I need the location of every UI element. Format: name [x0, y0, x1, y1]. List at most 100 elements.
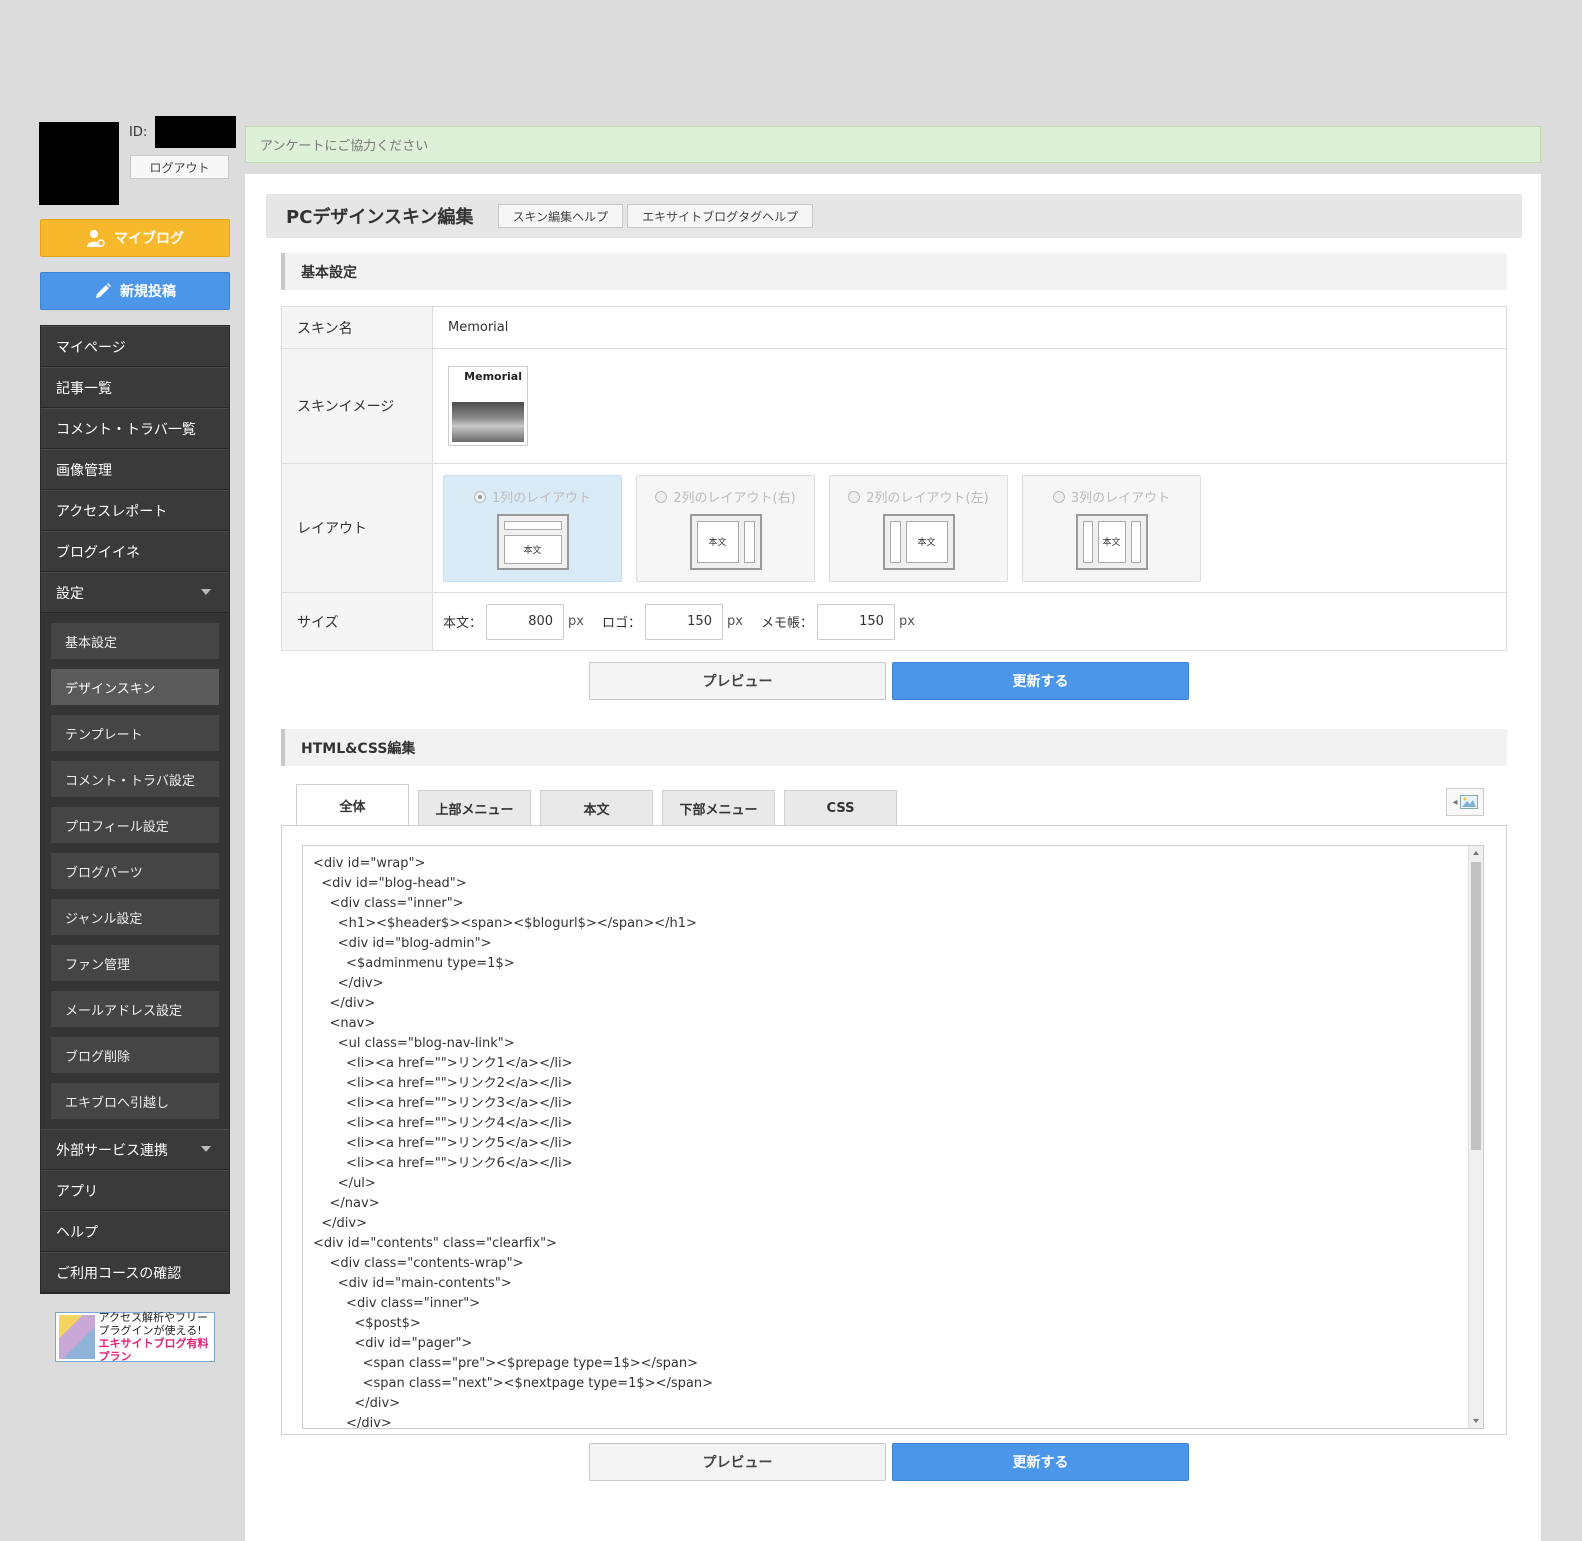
radio-button[interactable]: [473, 490, 486, 503]
submenu-item-fans[interactable]: ファン管理: [51, 945, 219, 981]
tab-css[interactable]: CSS: [784, 790, 897, 826]
sidebar-item-plan[interactable]: ご利用コースの確認: [41, 1252, 229, 1293]
layout-option-3col[interactable]: 3列のレイアウト 本文: [1022, 474, 1201, 582]
layout-option-2col-left[interactable]: 2列のレイアウト(左) 本文: [829, 474, 1008, 582]
banner-line: アクセス解析やフリー: [98, 1311, 208, 1324]
scrollbar-thumb[interactable]: [1471, 862, 1481, 1150]
skin-name-value: Memorial: [448, 320, 509, 335]
user-id-value: [155, 116, 236, 148]
table-row: スキン名 Memorial: [282, 307, 1506, 349]
sidebar-item-label: ご利用コースの確認: [56, 1265, 182, 1282]
tab-top-menu[interactable]: 上部メニュー: [418, 790, 531, 826]
unit-label: px: [898, 614, 915, 629]
scrollbar[interactable]: [1468, 846, 1483, 1428]
update-button[interactable]: 更新する: [892, 662, 1189, 700]
submenu-item-move[interactable]: エキブロへ引越し: [51, 1083, 219, 1119]
tab-all[interactable]: 全体: [296, 784, 409, 826]
sidebar-item-label: アプリ: [56, 1183, 98, 1200]
action-buttons-bottom: プレビュー 更新する: [589, 1443, 1189, 1481]
skin-thumbnail-photo: [452, 402, 524, 442]
layout-option-1col[interactable]: 1列のレイアウト 本文: [443, 474, 622, 582]
sidebar-item-label: マイページ: [56, 339, 126, 356]
user-icon: [87, 230, 105, 247]
banner-image: [59, 1315, 95, 1359]
radio-button[interactable]: [655, 490, 668, 503]
layout-body-label: 本文: [503, 534, 562, 564]
layout-option-label: 2列のレイアウト(右): [673, 490, 796, 506]
sidebar-item-comments[interactable]: コメント・トラバ一覧: [41, 408, 229, 449]
memo-width-input[interactable]: 150: [816, 603, 895, 640]
layout-label: レイアウト: [282, 464, 433, 592]
body-width-input[interactable]: 800: [486, 603, 565, 640]
scroll-up-icon[interactable]: [1473, 851, 1479, 855]
logout-button[interactable]: ログアウト: [130, 155, 229, 179]
code-editor[interactable]: <div id="wrap"> <div id="blog-head"> <di…: [302, 845, 1484, 1429]
sidebar-item-label: コメント・トラバ一覧: [56, 421, 196, 438]
unit-label: px: [726, 614, 743, 629]
body-width-label: 本文：: [443, 616, 483, 631]
chevron-down-icon: [201, 589, 211, 595]
logo-width-input[interactable]: 150: [644, 603, 723, 640]
table-row: サイズ 本文： 800 px ロゴ： 150 px メモ帳： 150 px: [282, 593, 1506, 650]
sidebar-item-posts[interactable]: 記事一覧: [41, 367, 229, 408]
tab-body[interactable]: 本文: [540, 790, 653, 826]
scroll-down-icon[interactable]: [1473, 1419, 1479, 1423]
my-blog-label: マイブログ: [114, 231, 184, 247]
avatar[interactable]: [39, 122, 119, 205]
radio-button[interactable]: [848, 490, 861, 503]
sidebar-item-access-report[interactable]: アクセスレポート: [41, 490, 229, 531]
sidebar-item-external-services[interactable]: 外部サービス連携: [41, 1129, 229, 1170]
preview-button[interactable]: プレビュー: [589, 1443, 886, 1481]
submenu-item-delete-blog[interactable]: ブログ削除: [51, 1037, 219, 1073]
sidebar-item-label: ブログイイネ: [56, 544, 140, 561]
my-blog-button[interactable]: マイブログ: [40, 219, 230, 257]
action-buttons-top: プレビュー 更新する: [589, 662, 1189, 700]
survey-notice[interactable]: アンケートにご協力ください: [245, 126, 1541, 163]
sidebar-item-help[interactable]: ヘルプ: [41, 1211, 229, 1252]
pencil-icon: [96, 283, 111, 298]
paid-plan-banner[interactable]: アクセス解析やフリー プラグインが使える! エキサイトブログ有料プラン: [55, 1311, 215, 1363]
image-panel-toggle[interactable]: ◂: [1446, 788, 1484, 816]
update-button[interactable]: 更新する: [892, 1443, 1189, 1481]
layout-option-2col-right[interactable]: 2列のレイアウト(右) 本文: [636, 474, 815, 582]
chevron-left-icon: ◂: [1452, 796, 1458, 808]
image-icon: [1459, 795, 1478, 809]
submenu-item-genre[interactable]: ジャンル設定: [51, 899, 219, 935]
chevron-down-icon: [201, 1146, 211, 1152]
sidebar-item-blog-iine[interactable]: ブログイイネ: [41, 531, 229, 572]
submenu-item-profile[interactable]: プロフィール設定: [51, 807, 219, 843]
skin-help-button[interactable]: スキン編集ヘルプ: [497, 204, 624, 228]
editor-tabs: 全体 上部メニュー 本文 下部メニュー CSS: [296, 784, 897, 826]
layout-option-label: 1列のレイアウト: [491, 490, 592, 506]
submenu-item-template[interactable]: テンプレート: [51, 715, 219, 751]
sidebar-item-label: 設定: [56, 585, 84, 602]
settings-submenu: 基本設定 デザインスキン テンプレート コメント・トラバ設定 プロフィール設定 …: [41, 613, 229, 1129]
sidebar-nav: マイページ 記事一覧 コメント・トラバ一覧 画像管理 アクセスレポート ブログイ…: [40, 325, 230, 1294]
banner-line: エキサイトブログ有料プラン: [98, 1337, 209, 1363]
sidebar-item-mypage[interactable]: マイページ: [41, 326, 229, 367]
tag-help-button[interactable]: エキサイトブログタグヘルプ: [627, 204, 814, 228]
submenu-item-comment-settings[interactable]: コメント・トラバ設定: [51, 761, 219, 797]
tab-bottom-menu[interactable]: 下部メニュー: [662, 790, 775, 826]
submenu-item-email[interactable]: メールアドレス設定: [51, 991, 219, 1027]
banner-line: プラグインが使える!: [98, 1324, 202, 1337]
code-content[interactable]: <div id="wrap"> <div id="blog-head"> <di…: [303, 846, 1483, 1428]
layout-body-label: 本文: [1097, 520, 1126, 563]
submenu-item-basic[interactable]: 基本設定: [51, 623, 219, 659]
sidebar-item-images[interactable]: 画像管理: [41, 449, 229, 490]
unit-label: px: [568, 614, 584, 629]
page-header: PCデザインスキン編集 スキン編集ヘルプ エキサイトブログタグヘルプ: [266, 194, 1522, 238]
new-post-button[interactable]: 新規投稿: [40, 272, 230, 310]
layout-option-label: 2列のレイアウト(左): [866, 490, 989, 506]
sidebar-item-settings[interactable]: 設定: [41, 572, 229, 613]
preview-button[interactable]: プレビュー: [589, 662, 886, 700]
layout-body-label: 本文: [696, 520, 739, 563]
user-id-label: ID:: [129, 125, 148, 140]
logo-width-label: ロゴ：: [601, 616, 641, 631]
sidebar-item-label: アクセスレポート: [56, 503, 168, 520]
memo-width-label: メモ帳：: [760, 616, 813, 631]
sidebar-item-app[interactable]: アプリ: [41, 1170, 229, 1211]
submenu-item-blog-parts[interactable]: ブログパーツ: [51, 853, 219, 889]
radio-button[interactable]: [1052, 490, 1065, 503]
submenu-item-design-skin[interactable]: デザインスキン: [51, 669, 219, 705]
